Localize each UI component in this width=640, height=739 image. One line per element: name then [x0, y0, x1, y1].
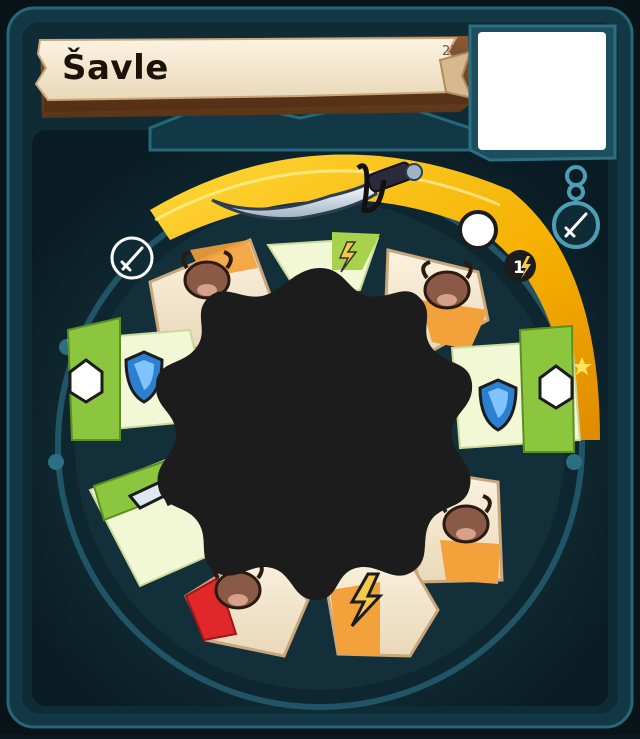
arc-token [458, 210, 498, 250]
portrait-box [478, 32, 606, 150]
side-sword-badge [552, 201, 600, 249]
card-number: 23 [442, 44, 459, 59]
weapon-badge [110, 236, 154, 280]
game-card: 1 Šavle 23 [0, 0, 640, 735]
bonus-badge: 1 [504, 250, 536, 282]
card-title: Šavle [62, 48, 169, 88]
